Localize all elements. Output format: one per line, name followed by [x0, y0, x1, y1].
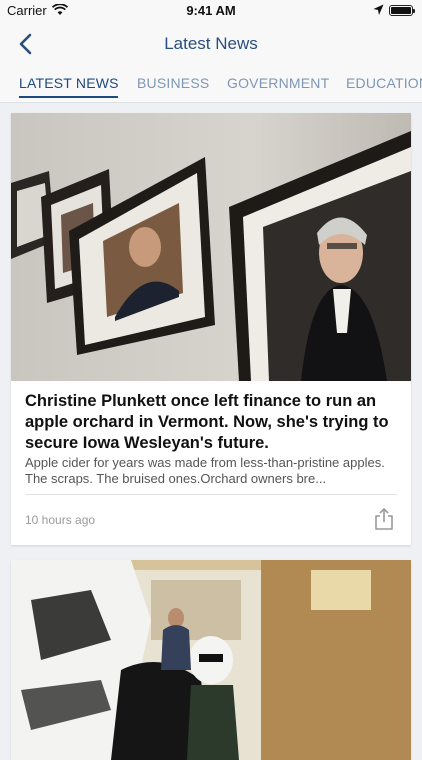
navigation-bar: Latest News	[0, 22, 422, 66]
article-photo[interactable]	[11, 113, 411, 381]
tab-education[interactable]: EDUCATION	[346, 75, 422, 91]
status-bar: Carrier 9:41 AM	[0, 0, 422, 22]
location-arrow-icon	[373, 4, 384, 15]
article-photo[interactable]	[11, 560, 411, 760]
card-divider	[25, 494, 397, 495]
battery-icon	[389, 5, 415, 16]
article-summary: Apple cider for years was made from less…	[25, 455, 385, 486]
active-tab-indicator	[19, 96, 118, 98]
share-icon[interactable]	[373, 507, 395, 531]
tab-latest-news[interactable]: LATEST NEWS	[19, 75, 119, 91]
tab-government[interactable]: GOVERNMENT	[227, 75, 329, 91]
article-timestamp: 10 hours ago	[25, 513, 96, 527]
category-tabs: LATEST NEWS BUSINESS GOVERNMENT EDUCATIO…	[0, 66, 422, 103]
page-title: Latest News	[164, 34, 258, 53]
article-card[interactable]: Christine Plunkett once left finance to …	[11, 113, 411, 545]
article-card[interactable]	[11, 560, 411, 760]
clock: 9:41 AM	[186, 3, 236, 18]
tab-business[interactable]: BUSINESS	[137, 75, 209, 91]
article-headline[interactable]: Christine Plunkett once left finance to …	[25, 391, 397, 454]
